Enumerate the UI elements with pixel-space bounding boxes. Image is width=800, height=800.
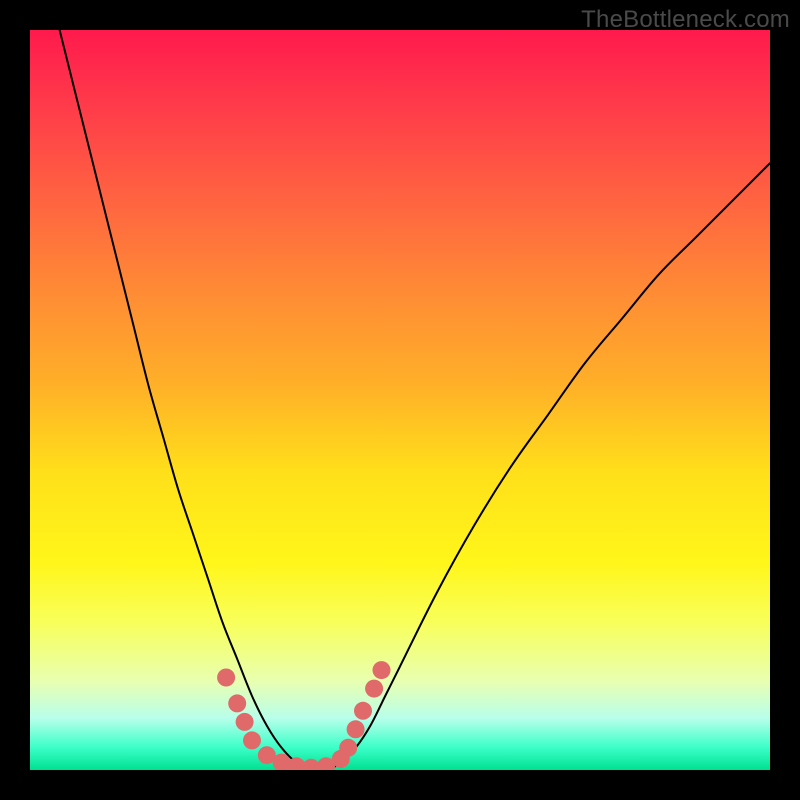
data-marker	[365, 680, 383, 698]
data-marker	[347, 720, 365, 738]
marker-layer	[217, 661, 390, 770]
data-marker	[217, 669, 235, 687]
watermark-text: TheBottleneck.com	[581, 6, 790, 34]
data-marker	[373, 661, 391, 679]
data-marker	[243, 731, 261, 749]
plot-area	[30, 30, 770, 770]
data-marker	[236, 713, 254, 731]
data-marker	[339, 739, 357, 757]
curve-layer	[60, 30, 770, 770]
chart-svg	[30, 30, 770, 770]
data-marker	[354, 702, 372, 720]
chart-frame: TheBottleneck.com	[0, 0, 800, 800]
bottleneck-curve	[60, 30, 770, 770]
data-marker	[228, 694, 246, 712]
